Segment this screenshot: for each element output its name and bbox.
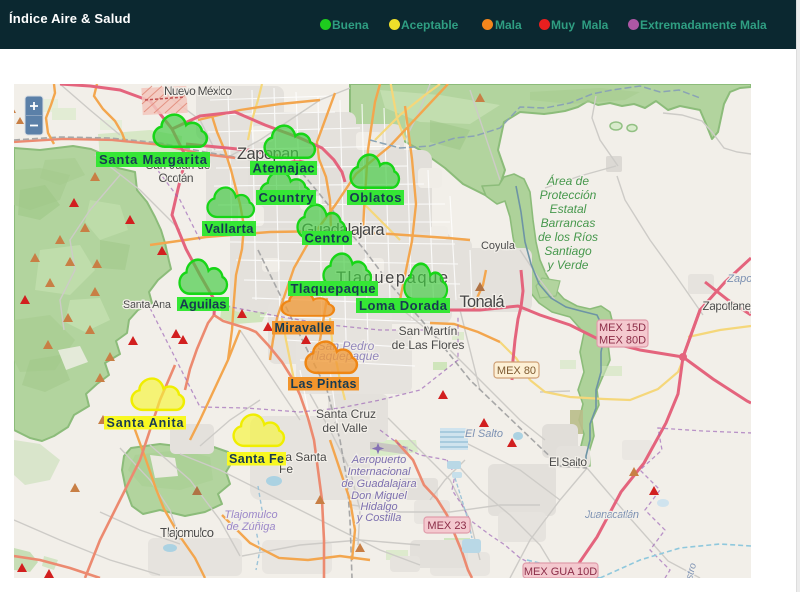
svg-text:Santa Margarita: Santa Margarita: [99, 152, 208, 167]
svg-text:de Zúñiga: de Zúñiga: [227, 521, 276, 533]
svg-text:Tlaquepaque: Tlaquepaque: [291, 281, 376, 296]
svg-text:Barrancas: Barrancas: [541, 216, 596, 230]
svg-text:El Salto: El Salto: [549, 455, 587, 469]
svg-text:Santa Cruz: Santa Cruz: [316, 407, 376, 421]
svg-text:Coyula: Coyula: [481, 240, 516, 252]
svg-text:MEX GUA 10D: MEX GUA 10D: [524, 566, 597, 578]
svg-text:Área de: Área de: [546, 173, 589, 188]
svg-text:Tlajomulco: Tlajomulco: [160, 525, 214, 540]
svg-text:Atemajac: Atemajac: [253, 161, 315, 176]
svg-text:Las Pintas: Las Pintas: [291, 377, 357, 391]
svg-text:Tonalá: Tonalá: [460, 293, 506, 311]
svg-text:MEX 80D: MEX 80D: [599, 335, 646, 347]
svg-text:El Salto: El Salto: [465, 428, 503, 440]
svg-text:MEX 23: MEX 23: [427, 520, 466, 532]
svg-text:Centro: Centro: [305, 231, 350, 246]
svg-text:Loma Dorada: Loma Dorada: [359, 298, 448, 313]
svg-text:Tlajomulco: Tlajomulco: [224, 509, 277, 521]
svg-text:de los Ríos: de los Ríos: [538, 230, 598, 244]
svg-text:San Martín: San Martín: [399, 324, 458, 338]
svg-text:Juanacatlán: Juanacatlán: [584, 509, 639, 521]
svg-text:Ocotán: Ocotán: [159, 171, 194, 185]
svg-text:y Verde: y Verde: [547, 258, 589, 272]
svg-text:Miravalle: Miravalle: [275, 321, 332, 335]
svg-text:Internacional: Internacional: [348, 466, 412, 478]
svg-text:Oblatos: Oblatos: [350, 190, 402, 205]
svg-text:Nuevo México: Nuevo México: [164, 84, 232, 98]
svg-text:Santa Anita: Santa Anita: [107, 416, 185, 430]
svg-text:Protección: Protección: [540, 188, 597, 202]
svg-text:Country: Country: [259, 190, 315, 205]
svg-text:Aeropuerto: Aeropuerto: [351, 454, 406, 466]
svg-text:Santa Ana: Santa Ana: [123, 299, 172, 311]
svg-text:y Costilla: y Costilla: [356, 512, 402, 524]
svg-text:Aguilas: Aguilas: [180, 297, 227, 312]
svg-text:Zapotlanejo: Zapotlanejo: [726, 273, 751, 285]
svg-text:Santa Fe: Santa Fe: [229, 452, 284, 466]
svg-text:de Las Flores: de Las Flores: [392, 338, 465, 352]
svg-text:Vallarta: Vallarta: [205, 221, 255, 236]
svg-text:del Valle: del Valle: [322, 421, 367, 435]
svg-text:MEX 80: MEX 80: [497, 365, 536, 377]
svg-text:Zapotlanejo: Zapotlanejo: [703, 299, 752, 313]
svg-text:Estatal: Estatal: [550, 202, 587, 216]
svg-text:de Guadalajara: de Guadalajara: [341, 478, 416, 490]
svg-text:MEX 15D: MEX 15D: [599, 322, 646, 334]
svg-text:Santiago: Santiago: [544, 244, 592, 258]
